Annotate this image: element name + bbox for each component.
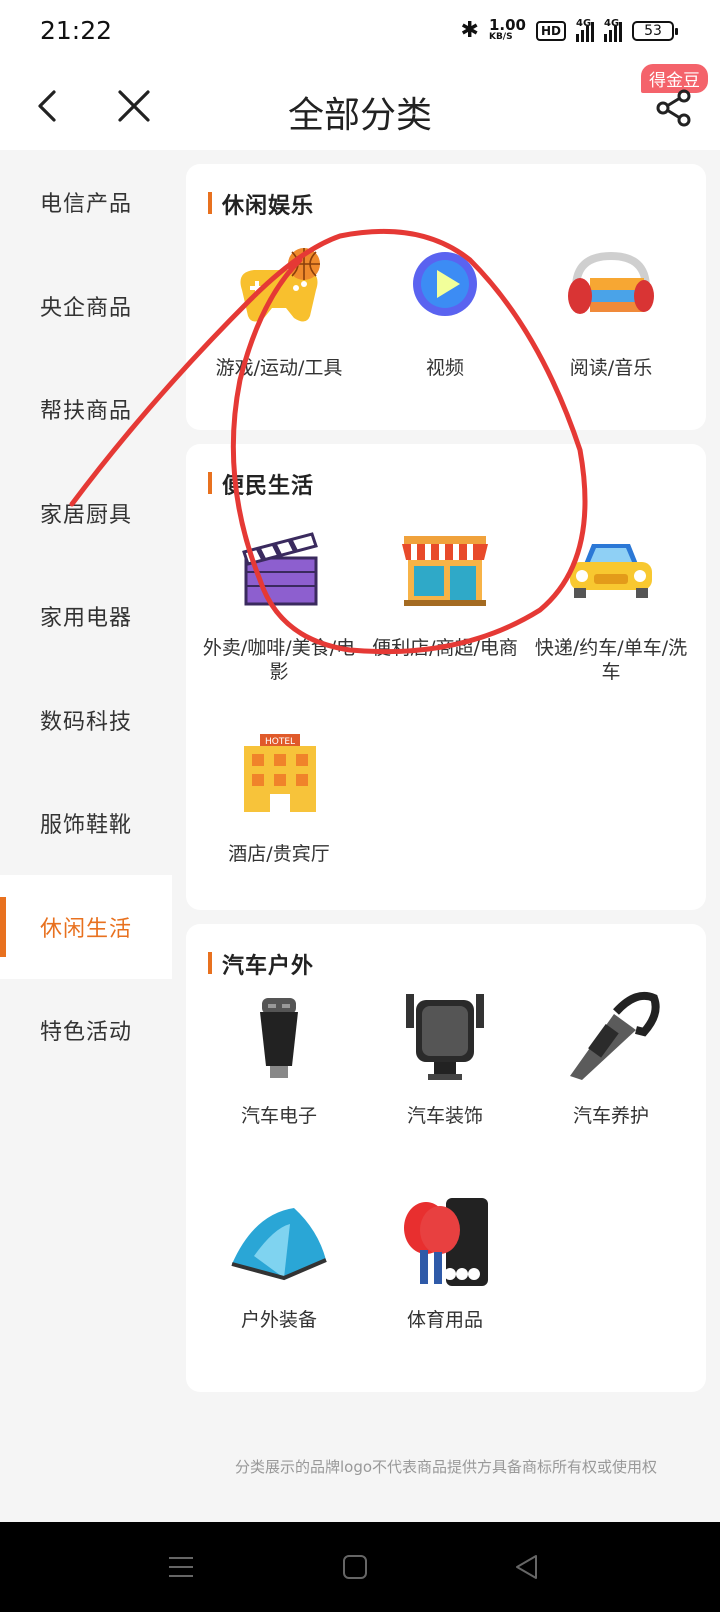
signal-icon-1: 4G <box>576 17 594 42</box>
category-label: 阅读/音乐 <box>569 357 653 379</box>
section-title: 便民生活 <box>208 468 314 500</box>
car-icon <box>570 544 652 598</box>
category-tile-car-electronics[interactable]: 汽车电子 <box>196 990 362 1128</box>
sidebar-item-soe[interactable]: 央企商品 <box>0 254 172 358</box>
car-charger-icon <box>260 998 298 1078</box>
section-leisure-entertainment: 休闲娱乐 游戏/运动/工具 视频 阅读/音乐 <box>186 164 706 430</box>
network-speed: 1.00 KB/S <box>488 15 526 43</box>
bluetooth-icon: ✱ <box>460 18 479 43</box>
section-convenience-life: 便民生活 外卖/咖啡/美食/电影 便利店/商超/电商 快递/约车/单车/洗车 H… <box>186 444 706 910</box>
tent-icon <box>231 1208 327 1281</box>
category-label: 便利店/商超/电商 <box>372 637 518 659</box>
status-icons: ✱ 1.00 KB/S HD 4G 4G 53 <box>460 15 678 43</box>
category-tile-store[interactable]: 便利店/商超/电商 <box>362 522 528 660</box>
category-tile-car-care[interactable]: 汽车养护 <box>528 990 694 1128</box>
sidebar-item-telecom[interactable]: 电信产品 <box>0 150 172 254</box>
storefront-icon <box>402 536 488 606</box>
category-tile-games[interactable]: 游戏/运动/工具 <box>196 242 362 380</box>
section-auto-outdoor: 汽车户外 汽车电子 汽车装饰 汽车养护 户外装备 体育用品 <box>186 924 706 1392</box>
category-label: 汽车电子 <box>240 1105 317 1127</box>
sidebar-item-apparel[interactable]: 服饰鞋靴 <box>0 771 172 875</box>
menu-icon[interactable] <box>166 1552 196 1582</box>
category-tile-hotel[interactable]: HOTEL 酒店/贵宾厅 <box>196 728 362 866</box>
sidebar-item-home-kitchen[interactable]: 家居厨具 <box>0 461 172 565</box>
network-speed-value: 1.00 <box>488 15 526 34</box>
share-icon[interactable] <box>654 88 694 128</box>
category-content: 休闲娱乐 游戏/运动/工具 视频 阅读/音乐 便民生活 外卖/咖啡/美食/电影 … <box>172 150 720 1522</box>
category-tile-video[interactable]: 视频 <box>362 242 528 380</box>
network-type-1: 4G <box>576 17 592 29</box>
sidebar-item-appliances[interactable]: 家用电器 <box>0 564 172 668</box>
page-title: 全部分类 <box>287 95 432 136</box>
sidebar-item-digital[interactable]: 数码科技 <box>0 668 172 772</box>
category-label: 外卖/咖啡/美食/电影 <box>202 637 356 683</box>
section-title: 汽车户外 <box>208 948 314 980</box>
sidebar-item-assistance[interactable]: 帮扶商品 <box>0 357 172 461</box>
category-tile-reading-music[interactable]: 阅读/音乐 <box>528 242 694 380</box>
category-label: 户外装备 <box>240 1309 317 1331</box>
category-tile-outdoor-gear[interactable]: 户外装备 <box>196 1194 362 1332</box>
gamepad-basketball-icon <box>240 248 320 322</box>
sidebar-item-special[interactable]: 特色活动 <box>0 978 172 1082</box>
category-label: 游戏/运动/工具 <box>215 357 343 379</box>
status-bar: 21:22 ✱ 1.00 KB/S HD 4G 4G 53 <box>0 0 720 64</box>
car-vacuum-icon <box>570 991 660 1080</box>
category-label: 体育用品 <box>406 1309 483 1331</box>
signal-icon-2: 4G <box>604 17 622 42</box>
category-label: 酒店/贵宾厅 <box>228 843 330 865</box>
category-tile-car-decor[interactable]: 汽车装饰 <box>362 990 528 1128</box>
category-tile-food-movie[interactable]: 外卖/咖啡/美食/电影 <box>196 522 362 684</box>
category-label: 视频 <box>425 357 464 379</box>
battery-icon: 53 <box>632 20 678 41</box>
hotel-icon: HOTEL <box>244 734 316 812</box>
svg-text:HOTEL: HOTEL <box>265 737 295 747</box>
sidebar-item-leisure[interactable]: 休闲生活 <box>0 875 172 979</box>
header: 全部分类 得金豆 <box>0 64 720 150</box>
phone-holder-icon <box>406 994 484 1080</box>
category-sidebar: 电信产品 央企商品 帮扶商品 家居厨具 家用电器 数码科技 服饰鞋靴 休闲生活 … <box>0 150 172 1522</box>
network-type-2: 4G <box>604 17 620 29</box>
back-triangle-icon[interactable] <box>512 1552 542 1582</box>
category-tile-sports[interactable]: 体育用品 <box>362 1194 528 1332</box>
system-nav-bar <box>0 1522 720 1612</box>
home-icon[interactable] <box>340 1552 370 1582</box>
category-label: 快递/约车/单车/洗车 <box>534 637 688 683</box>
clapperboard-icon <box>242 532 318 606</box>
network-speed-unit: KB/S <box>488 31 513 42</box>
trademark-disclaimer: 分类展示的品牌logo不代表商品提供方具备商标所有权或使用权 <box>234 1458 658 1476</box>
category-label: 汽车养护 <box>572 1105 649 1127</box>
books-headphones-icon <box>568 251 654 314</box>
hd-icon: HD <box>535 20 566 41</box>
category-tile-delivery-ride[interactable]: 快递/约车/单车/洗车 <box>528 522 694 684</box>
play-video-icon <box>413 252 477 316</box>
category-label: 汽车装饰 <box>406 1105 483 1127</box>
section-title: 休闲娱乐 <box>208 188 314 220</box>
ping-pong-icon <box>404 1198 488 1286</box>
status-time: 21:22 <box>40 16 113 45</box>
